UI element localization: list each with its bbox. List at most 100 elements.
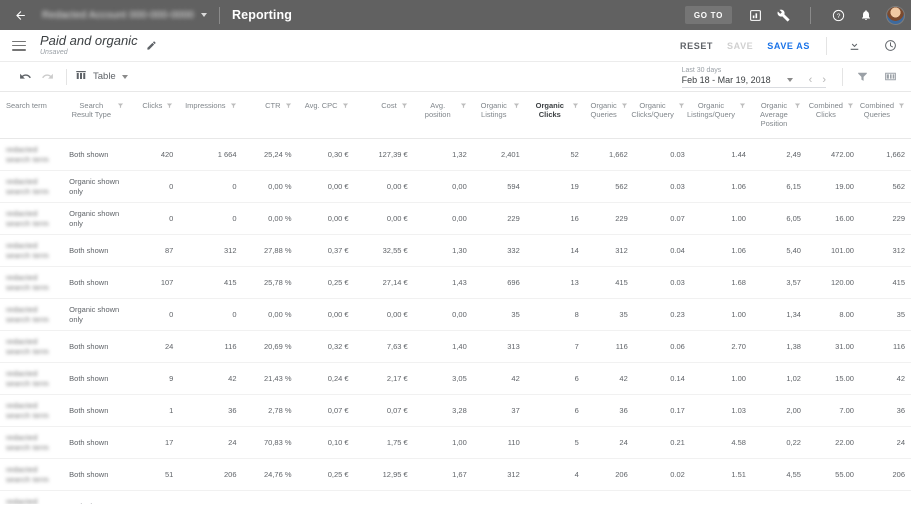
table-row[interactable]: redacted search termBoth shown5120624,76… [0,459,911,491]
cell-type: Both shown [63,139,130,171]
save-as-button[interactable]: SAVE AS [767,41,810,51]
report-toolbar: Table Last 30 days Feb 18 - Mar 19, 2018… [0,62,911,92]
reports-icon[interactable] [742,2,768,28]
cell-clicks: 8 [130,491,179,505]
clock-icon[interactable] [879,35,901,57]
table-row[interactable]: redacted search termBoth shown8731227,88… [0,235,911,267]
save-status: Unsaved [40,48,138,57]
cell-oq: 562 [585,171,634,203]
column-header-cpc[interactable]: Avg. CPC [298,92,355,139]
cell-cpc: 0,24 € [298,363,355,395]
cell-ol: 64 [473,491,526,505]
chevron-right-icon[interactable]: › [822,75,826,86]
table-row[interactable]: redacted search termBoth shown2411620,69… [0,331,911,363]
cell-cc: 472.00 [807,139,860,171]
cell-pos: 2,46 [414,491,473,505]
table-row[interactable]: redacted search termBoth shown1362,78 %0… [0,395,911,427]
cell-olq: 1.44 [691,139,752,171]
undo-icon[interactable] [14,66,36,88]
table-row[interactable]: redacted search termBoth shown84617,39 %… [0,491,911,505]
redo-icon[interactable] [36,66,58,88]
pencil-icon[interactable] [146,40,157,51]
divider [219,7,220,24]
cell-impressions: 42 [179,363,242,395]
cell-cq: 24 [860,427,911,459]
cell-ocq: 0.09 [634,491,691,505]
cell-clicks: 51 [130,459,179,491]
column-header-impressions[interactable]: Impressions [179,92,242,139]
table-row[interactable]: redacted search termBoth shown94221,43 %… [0,363,911,395]
cell-pos: 1,43 [414,267,473,299]
column-header-label: Cost [381,101,396,110]
cell-impressions: 0 [179,299,242,331]
cell-cq: 35 [860,299,911,331]
column-header-olq[interactable]: Organic Listings/Query [691,92,752,139]
cell-term: redacted search term [0,395,63,427]
back-arrow-icon[interactable] [10,5,30,25]
report-header: Paid and organic Unsaved RESET SAVE SAVE… [0,30,911,62]
help-icon[interactable]: ? [825,2,851,28]
hamburger-icon[interactable] [12,41,26,51]
report-table: Search term Search Result Type ClicksImpre… [0,92,911,504]
column-header-oc[interactable]: Organic Clicks [526,92,585,139]
table-body: redacted search termBoth shown4201 66425… [0,139,911,505]
cell-oap: 5,40 [752,235,807,267]
cell-cq: 206 [860,459,911,491]
cell-ctr: 0,00 % [243,299,298,331]
column-header-pos[interactable]: Avg. position [414,92,473,139]
cell-clicks: 1 [130,395,179,427]
column-header-cost[interactable]: Cost [355,92,414,139]
table-row[interactable]: redacted search termBoth shown10741525,7… [0,267,911,299]
reset-button[interactable]: RESET [680,41,713,51]
columns-icon[interactable] [879,66,901,88]
notifications-icon[interactable] [853,2,879,28]
chevron-down-icon [201,13,207,17]
cell-impressions: 36 [179,395,242,427]
column-header-ctr[interactable]: CTR [243,92,298,139]
column-header-oap[interactable]: Organic Average Position [752,92,807,139]
table-row[interactable]: redacted search termBoth shown172470,83 … [0,427,911,459]
report-table-container[interactable]: Search term Search Result Type ClicksImpre… [0,92,911,504]
column-header-oq[interactable]: Organic Queries [585,92,634,139]
column-header-cc[interactable]: Combined Clicks [807,92,860,139]
column-header-term: Search term [0,92,63,139]
cell-term: redacted search term [0,299,63,331]
go-to-button[interactable]: GO TO [685,6,732,24]
cell-oc: 19 [526,171,585,203]
cell-olq: 1.00 [691,203,752,235]
date-range-selector[interactable]: Last 30 days Feb 18 - Mar 19, 2018 ‹ › [682,66,826,88]
column-header-ol[interactable]: Organic Listings [473,92,526,139]
cell-cq: 229 [860,203,911,235]
cell-cc: 22.00 [807,427,860,459]
app-title: Reporting [232,8,292,22]
cell-cpc: 0,37 € [298,235,355,267]
svg-text:?: ? [836,12,840,19]
table-row[interactable]: redacted search termOrganic shown only00… [0,171,911,203]
filter-icon[interactable] [851,66,873,88]
cell-cc: 16.00 [807,203,860,235]
column-header-label: Organic Listings/Query [687,101,735,119]
cell-ol: 313 [473,331,526,363]
table-row[interactable]: redacted search termOrganic shown only00… [0,299,911,331]
cell-impressions: 1 664 [179,139,242,171]
table-row[interactable]: redacted search termOrganic shown only00… [0,203,911,235]
column-header-clicks[interactable]: Clicks [130,92,179,139]
table-row[interactable]: redacted search termBoth shown4201 66425… [0,139,911,171]
cell-ctr: 21,43 % [243,363,298,395]
wrench-icon[interactable] [770,2,796,28]
chevron-left-icon[interactable]: ‹ [809,75,813,86]
cell-ocq: 0.06 [634,331,691,363]
account-selector[interactable]: Redacted Account 000-000-0000 [42,10,207,21]
column-header-label: Search Result Type [69,101,113,119]
column-header-label: Combined Clicks [809,101,843,119]
column-header-ocq[interactable]: Organic Clicks/Query [634,92,691,139]
avatar[interactable] [886,6,905,25]
column-header-type[interactable]: Search Result Type [63,92,130,139]
cell-ol: 110 [473,427,526,459]
view-type-selector[interactable]: Table [75,68,128,86]
cell-ocq: 0.04 [634,235,691,267]
column-header-label: Search term [6,101,47,110]
cell-term: redacted search term [0,139,63,171]
column-header-cq[interactable]: Combined Queries [860,92,911,139]
download-icon[interactable] [843,35,865,57]
